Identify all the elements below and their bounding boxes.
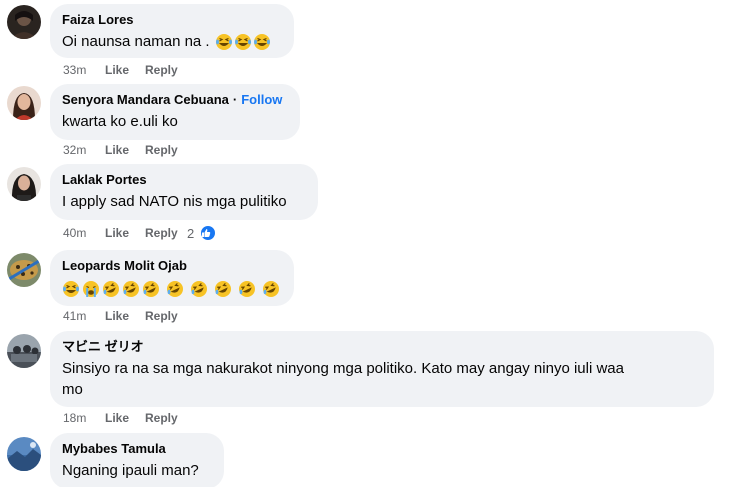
thumbs-up-reaction-icon bbox=[198, 224, 217, 242]
comment-text: Sinsiyo ra na sa mga nakurakot ninyong m… bbox=[62, 358, 702, 400]
comment-text: kwarta ko e.uli ko bbox=[62, 113, 178, 130]
comment-text: Oi naunsa naman na . bbox=[62, 31, 282, 52]
timestamp[interactable]: 33m bbox=[63, 62, 105, 78]
comment-bubble: Senyora Mandara Cebuana · Follow kwarta ko… bbox=[50, 84, 300, 140]
avatar[interactable] bbox=[7, 334, 41, 368]
like-button[interactable]: Like bbox=[105, 308, 145, 324]
emoji-reactions-text bbox=[62, 278, 282, 299]
reaction-summary[interactable]: 2 bbox=[187, 224, 217, 242]
comment-actions: 41m Like Reply bbox=[63, 308, 199, 324]
author-name[interactable]: Laklak Portes bbox=[62, 172, 147, 187]
rolling-laughing-emoji-icon bbox=[143, 280, 159, 297]
crying-loudly-emoji-icon bbox=[83, 280, 99, 297]
follow-button[interactable]: Follow bbox=[241, 92, 282, 107]
comment-text: Nganing ipauli man? bbox=[62, 462, 199, 479]
comment-text: I apply sad NATO nis mga pulitiko bbox=[62, 193, 287, 210]
rolling-laughing-emoji-icon bbox=[191, 280, 207, 297]
comment-actions: 32m Like Reply bbox=[63, 142, 199, 158]
timestamp[interactable]: 41m bbox=[63, 308, 105, 324]
rolling-laughing-emoji-icon bbox=[103, 280, 119, 297]
comment-actions: 18m Like Reply bbox=[63, 410, 199, 426]
comment-bubble: Laklak Portes I apply sad NATO nis mga p… bbox=[50, 164, 318, 220]
laughing-tears-emoji-icon bbox=[253, 33, 270, 50]
avatar[interactable] bbox=[7, 86, 41, 120]
author-name[interactable]: Senyora Mandara Cebuana bbox=[62, 92, 229, 107]
avatar[interactable] bbox=[7, 253, 41, 287]
comment-text-line: Sinsiyo ra na sa mga nakurakot ninyong m… bbox=[62, 360, 624, 377]
reply-button[interactable]: Reply bbox=[145, 62, 199, 78]
rolling-laughing-emoji-icon bbox=[123, 280, 139, 297]
like-button[interactable]: Like bbox=[105, 225, 145, 241]
comment-text-line: mo bbox=[62, 381, 83, 398]
avatar[interactable] bbox=[7, 167, 41, 201]
comment-text-content: Oi naunsa naman na . bbox=[62, 33, 210, 50]
laughing-tears-emoji-icon bbox=[234, 33, 251, 50]
avatar[interactable] bbox=[7, 5, 41, 39]
timestamp[interactable]: 32m bbox=[63, 142, 105, 158]
reaction-count: 2 bbox=[187, 226, 195, 241]
rolling-laughing-emoji-icon bbox=[239, 280, 255, 297]
author-name[interactable]: Mybabes Tamula bbox=[62, 441, 166, 456]
comments-feed: Faiza Lores Oi naunsa naman na . 33m Lik… bbox=[0, 0, 750, 487]
like-button[interactable]: Like bbox=[105, 142, 145, 158]
rolling-laughing-emoji-icon bbox=[215, 280, 231, 297]
like-button[interactable]: Like bbox=[105, 62, 145, 78]
author-name[interactable]: マビニ ゼリオ bbox=[62, 339, 144, 354]
timestamp[interactable]: 40m bbox=[63, 225, 105, 241]
reply-button[interactable]: Reply bbox=[145, 142, 199, 158]
laughing-tears-emoji-icon bbox=[63, 280, 79, 297]
reply-button[interactable]: Reply bbox=[145, 308, 199, 324]
timestamp[interactable]: 18m bbox=[63, 410, 105, 426]
comment-actions: 33m Like Reply bbox=[63, 62, 199, 78]
comment-actions: 40m Like Reply 2 bbox=[63, 224, 217, 242]
comment-bubble: Faiza Lores Oi naunsa naman na . bbox=[50, 4, 294, 58]
comment-bubble: Mybabes Tamula Nganing ipauli man? bbox=[50, 433, 224, 487]
comment-bubble: Leopards Molit Ojab bbox=[50, 250, 294, 306]
reply-button[interactable]: Reply bbox=[145, 410, 199, 426]
comment-bubble: マビニ ゼリオ Sinsiyo ra na sa mga nakurakot n… bbox=[50, 331, 714, 407]
like-button[interactable]: Like bbox=[105, 410, 145, 426]
laughing-tears-emoji-icon bbox=[215, 33, 232, 50]
avatar[interactable] bbox=[7, 437, 41, 471]
author-name[interactable]: Faiza Lores bbox=[62, 12, 134, 27]
author-name[interactable]: Leopards Molit Ojab bbox=[62, 258, 187, 273]
rolling-laughing-emoji-icon bbox=[167, 280, 183, 297]
rolling-laughing-emoji-icon bbox=[263, 280, 279, 297]
